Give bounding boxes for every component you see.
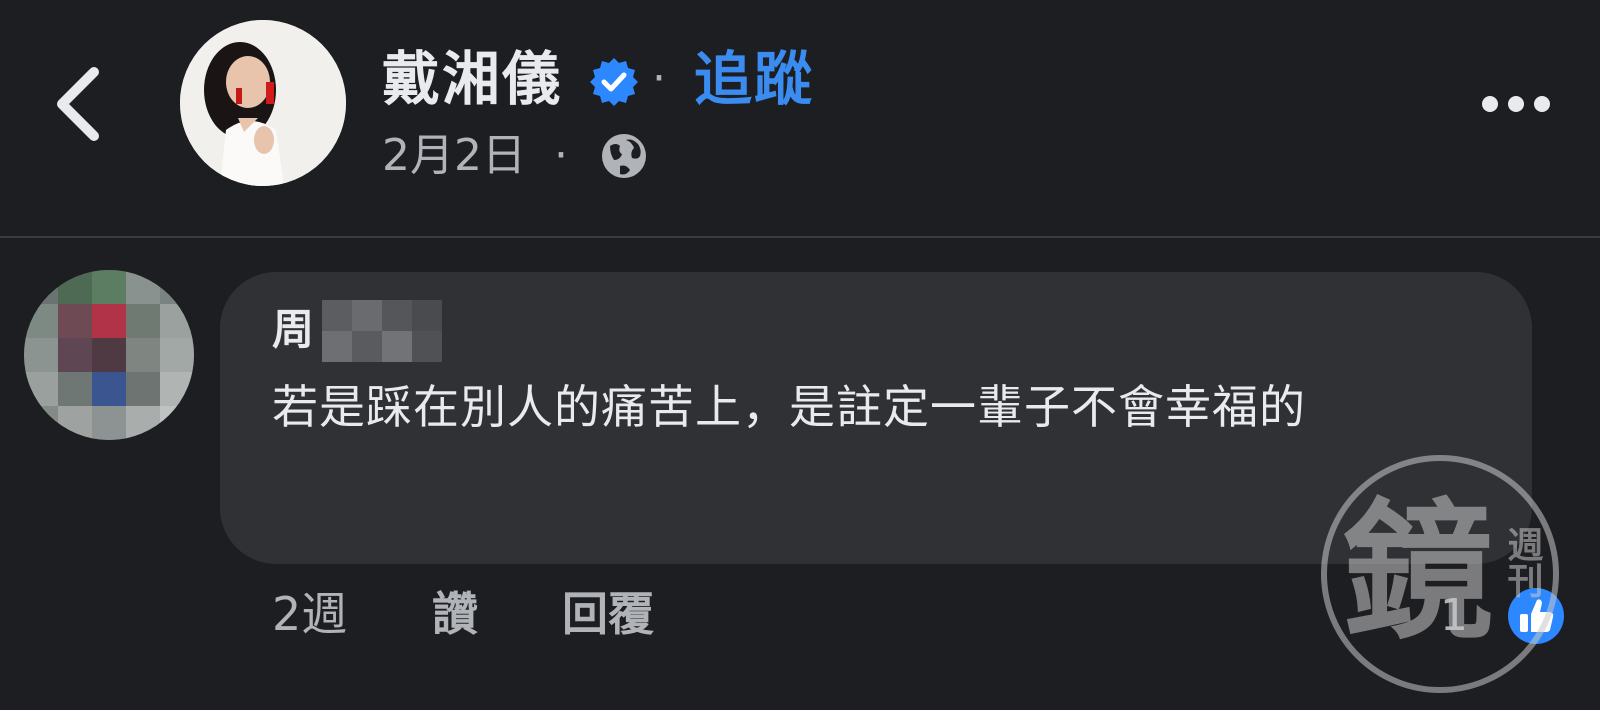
post-header: 戴湘儀 · 追蹤 2月2日 · <box>0 0 1600 236</box>
comment-text: 若是踩在別人的痛苦上，是註定一輩子不會幸福的 <box>272 380 1306 434</box>
back-button[interactable] <box>50 64 110 144</box>
more-options-icon <box>1482 96 1550 112</box>
commenter-name-obscured <box>322 300 442 362</box>
post-timestamp[interactable]: 2月2日 · <box>382 128 568 184</box>
follow-separator: · <box>652 53 666 104</box>
more-options-button[interactable] <box>1476 84 1556 124</box>
page-name[interactable]: 戴湘儀 <box>382 44 562 114</box>
commenter-avatar[interactable] <box>24 270 194 440</box>
back-arrow-icon <box>57 67 99 141</box>
page-avatar[interactable] <box>180 20 346 186</box>
like-button[interactable]: 讚 <box>432 584 478 644</box>
globe-icon <box>602 134 646 178</box>
post-date-text: 2月2日 <box>382 130 526 181</box>
header-divider <box>0 236 1600 238</box>
commenter-name[interactable]: 周 <box>272 302 314 358</box>
verified-badge-icon <box>590 58 638 106</box>
watermark-sub-text: 週刊 <box>1502 526 1544 598</box>
mirror-weekly-watermark: 鏡 週刊 <box>1321 455 1559 693</box>
date-separator: · <box>554 130 568 181</box>
watermark-main-text: 鏡 <box>1343 486 1493 660</box>
comment-timestamp[interactable]: 2週 <box>272 584 347 644</box>
follow-button[interactable]: 追蹤 <box>694 44 814 114</box>
reply-button[interactable]: 回覆 <box>562 584 654 644</box>
